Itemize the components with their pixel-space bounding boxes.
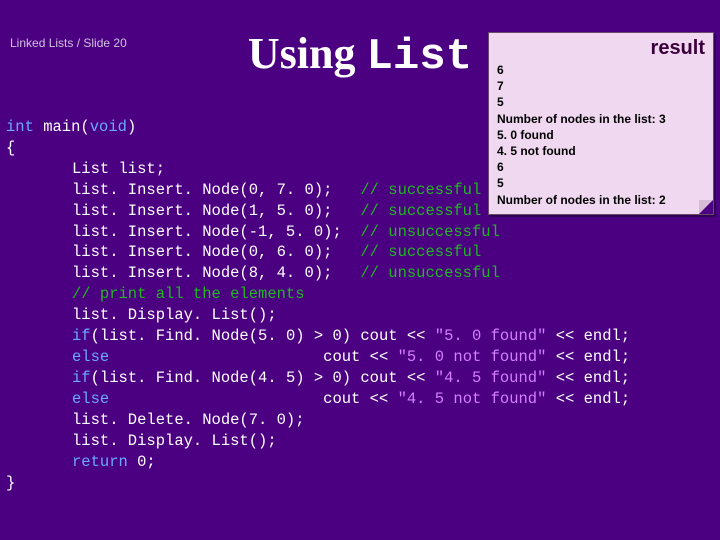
keyword: if <box>72 327 91 345</box>
result-line: 5. 0 found <box>497 127 705 143</box>
code-line: list. Insert. Node(8, 4. 0); // unsucces… <box>72 264 500 282</box>
code-line: list. Insert. Node(1, 5. 0); // successf… <box>72 202 481 220</box>
code-text: ) <box>127 118 136 136</box>
code-line: if(list. Find. Node(5. 0) > 0) cout << "… <box>72 327 630 345</box>
string-literal: "4. 5 found" <box>435 369 547 387</box>
brace: } <box>6 474 15 492</box>
brace: { <box>6 139 15 157</box>
string-literal: "5. 0 not found" <box>398 348 547 366</box>
string-literal: "5. 0 found" <box>435 327 547 345</box>
page-fold-icon <box>699 200 713 214</box>
code-line: if(list. Find. Node(4. 5) > 0) cout << "… <box>72 369 630 387</box>
comment: // print all the elements <box>72 285 305 303</box>
keyword: else <box>72 348 109 366</box>
code-text: list. Insert. Node(8, 4. 0); <box>72 264 360 282</box>
result-line: 5 <box>497 175 705 191</box>
keyword: else <box>72 390 109 408</box>
code-line: list. Insert. Node(-1, 5. 0); // unsucce… <box>72 223 500 241</box>
code-text: list. Insert. Node(0, 7. 0); <box>72 181 360 199</box>
code-text: cout << <box>109 348 397 366</box>
comment: // successful <box>360 243 481 261</box>
comment: // unsuccessful <box>360 264 500 282</box>
result-panel: result 6 7 5 Number of nodes in the list… <box>488 32 714 215</box>
result-line: Number of nodes in the list: 2 <box>497 192 705 208</box>
code-text: list. Insert. Node(0, 6. 0); <box>72 243 360 261</box>
code-text: cout << <box>109 390 397 408</box>
keyword: return <box>72 453 128 471</box>
comment: // successful <box>360 202 481 220</box>
keyword: int <box>6 118 34 136</box>
code-line: list. Insert. Node(0, 7. 0); // successf… <box>72 181 481 199</box>
keyword: if <box>72 369 91 387</box>
code-line: list. Insert. Node(0, 6. 0); // successf… <box>72 243 481 261</box>
comment: // unsuccessful <box>360 223 500 241</box>
code-text: main( <box>34 118 90 136</box>
result-title: result <box>497 37 705 60</box>
keyword: void <box>90 118 127 136</box>
code-text: << endl; <box>546 390 630 408</box>
code-text: (list. Find. Node(4. 5) > 0) cout << <box>91 369 435 387</box>
code-text: << endl; <box>546 348 630 366</box>
comment: // successful <box>360 181 481 199</box>
code-text: (list. Find. Node(5. 0) > 0) cout << <box>91 327 435 345</box>
code-line: list. Display. List(); <box>72 432 277 450</box>
result-line: 7 <box>497 78 705 94</box>
result-line: 6 <box>497 62 705 78</box>
code-text: 0; <box>128 453 156 471</box>
result-line: Number of nodes in the list: 3 <box>497 111 705 127</box>
code-line: list. Display. List(); <box>72 306 277 324</box>
code-line: else cout << "5. 0 not found" << endl; <box>72 348 630 366</box>
result-line: 5 <box>497 94 705 110</box>
title-text: Using <box>248 29 367 78</box>
code-text: << endl; <box>546 369 630 387</box>
code-text: << endl; <box>546 327 630 345</box>
code-line: return 0; <box>72 453 156 471</box>
code-line: list. Delete. Node(7. 0); <box>72 411 305 429</box>
code-text: list. Insert. Node(1, 5. 0); <box>72 202 360 220</box>
code-text: list. Insert. Node(-1, 5. 0); <box>72 223 360 241</box>
string-literal: "4. 5 not found" <box>398 390 547 408</box>
code-line: else cout << "4. 5 not found" << endl; <box>72 390 630 408</box>
result-line: 6 <box>497 159 705 175</box>
code-line: List list; <box>72 160 165 178</box>
result-line: 4. 5 not found <box>497 143 705 159</box>
title-code: List <box>366 32 472 82</box>
breadcrumb: Linked Lists / Slide 20 <box>10 36 127 50</box>
